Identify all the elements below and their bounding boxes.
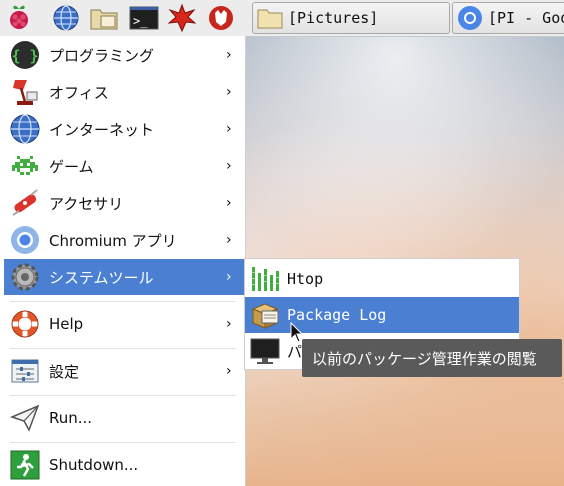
help-icon xyxy=(11,310,39,338)
file-manager-icon[interactable] xyxy=(89,3,119,33)
menu-divider xyxy=(10,301,236,302)
submenu-arrow-icon: › xyxy=(226,269,232,285)
menu-divider xyxy=(10,348,236,349)
run-icon xyxy=(9,404,40,432)
mouse-cursor-icon xyxy=(290,322,304,343)
system-tools-icon xyxy=(11,263,39,291)
web-browser-icon[interactable] xyxy=(51,3,81,33)
menu-item-label: システムツール xyxy=(49,268,154,287)
chromium-icon xyxy=(458,6,482,30)
folder-icon xyxy=(257,9,283,29)
htop-icon xyxy=(252,267,279,291)
raspberry-menu-icon[interactable] xyxy=(4,3,34,33)
menu-item-shutdown[interactable]: Shutdown... xyxy=(4,447,244,483)
menu-item-label: 設定 xyxy=(49,362,80,381)
menu-item-label: Chromium アプリ xyxy=(49,231,177,250)
menu-item-label: ゲーム xyxy=(49,157,94,176)
submenu-arrow-icon: › xyxy=(226,232,232,248)
svg-text:>_: >_ xyxy=(133,14,148,28)
svg-text:{ }: { } xyxy=(11,47,38,65)
tooltip: 以前のパッケージ管理作業の閲覧 xyxy=(302,339,562,377)
submenu-arrow-icon: › xyxy=(226,158,232,174)
mathematica-icon[interactable] xyxy=(167,3,197,33)
menu-item-chromium-apps[interactable]: Chromium アプリ › xyxy=(4,222,244,258)
submenu-item-htop[interactable]: Htop xyxy=(245,261,519,297)
chromium-apps-icon xyxy=(11,226,39,254)
submenu-item-package-log[interactable]: Package Log xyxy=(245,297,519,333)
submenu-arrow-icon: › xyxy=(226,84,232,100)
programming-icon: { } xyxy=(11,41,39,69)
main-menu: { } プログラミング › オフィス › インターネット › ゲーム › アクセ… xyxy=(0,36,246,486)
terminal-icon[interactable]: >_ xyxy=(129,3,159,33)
menu-item-office[interactable]: オフィス › xyxy=(4,74,244,110)
submenu-arrow-icon: › xyxy=(226,195,232,211)
submenu-item-label: Htop xyxy=(287,270,324,288)
task-pictures[interactable]: [Pictures] xyxy=(252,2,450,34)
menu-item-internet[interactable]: インターネット › xyxy=(4,111,244,147)
preferences-icon xyxy=(11,359,39,383)
office-icon xyxy=(13,80,38,105)
menu-item-help[interactable]: Help › xyxy=(4,306,244,342)
menu-item-games[interactable]: ゲーム › xyxy=(4,148,244,184)
menu-item-label: オフィス xyxy=(49,83,109,102)
task-chromium[interactable]: [PI - Goog xyxy=(452,2,564,34)
package-log-icon xyxy=(251,303,279,329)
menu-item-preferences[interactable]: 設定 › xyxy=(4,353,244,389)
menu-item-run[interactable]: Run... xyxy=(4,400,244,436)
menu-item-label: アクセサリ xyxy=(49,194,124,213)
menu-item-programming[interactable]: { } プログラミング › xyxy=(4,37,244,73)
task-pictures-label: [Pictures] xyxy=(288,9,379,27)
submenu-arrow-icon: › xyxy=(226,121,232,137)
menu-item-accessories[interactable]: アクセサリ › xyxy=(4,185,244,221)
menu-item-label: プログラミング xyxy=(49,46,155,65)
games-icon xyxy=(12,156,38,175)
menu-divider xyxy=(10,395,236,396)
menu-item-label: インターネット xyxy=(49,120,155,139)
menu-item-label: Help xyxy=(49,315,84,333)
accessories-icon xyxy=(12,189,38,216)
internet-icon xyxy=(10,114,40,144)
menu-item-system-tools[interactable]: システムツール › xyxy=(4,259,244,295)
task-chromium-label: [PI - Goog xyxy=(488,9,564,27)
menu-item-label: Shutdown... xyxy=(49,456,139,474)
shutdown-icon xyxy=(10,450,40,480)
submenu-arrow-icon: › xyxy=(226,316,232,332)
submenu-arrow-icon: › xyxy=(226,47,232,63)
menu-item-label: Run... xyxy=(49,409,93,427)
submenu-arrow-icon: › xyxy=(226,363,232,379)
wolfram-icon[interactable] xyxy=(206,3,236,33)
menu-divider xyxy=(10,442,236,443)
taskbar: >_ [Pictures] [PI - Goog xyxy=(0,0,564,37)
monitor-icon xyxy=(250,338,280,364)
